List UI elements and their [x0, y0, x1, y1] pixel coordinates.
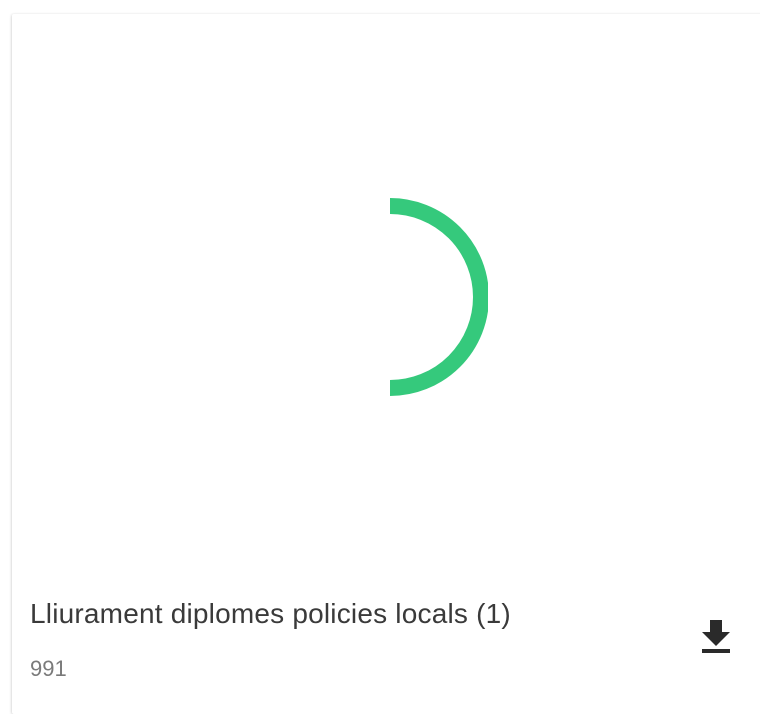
download-icon [702, 620, 730, 653]
file-preview [12, 14, 760, 574]
file-name: Lliurament diplomes policies locals (1) [30, 598, 511, 629]
file-card[interactable]: Lliurament diplomes policies locals (1) … [12, 14, 760, 714]
file-meta: 991 [30, 656, 67, 681]
download-button[interactable] [694, 614, 738, 658]
loading-spinner [390, 198, 488, 396]
